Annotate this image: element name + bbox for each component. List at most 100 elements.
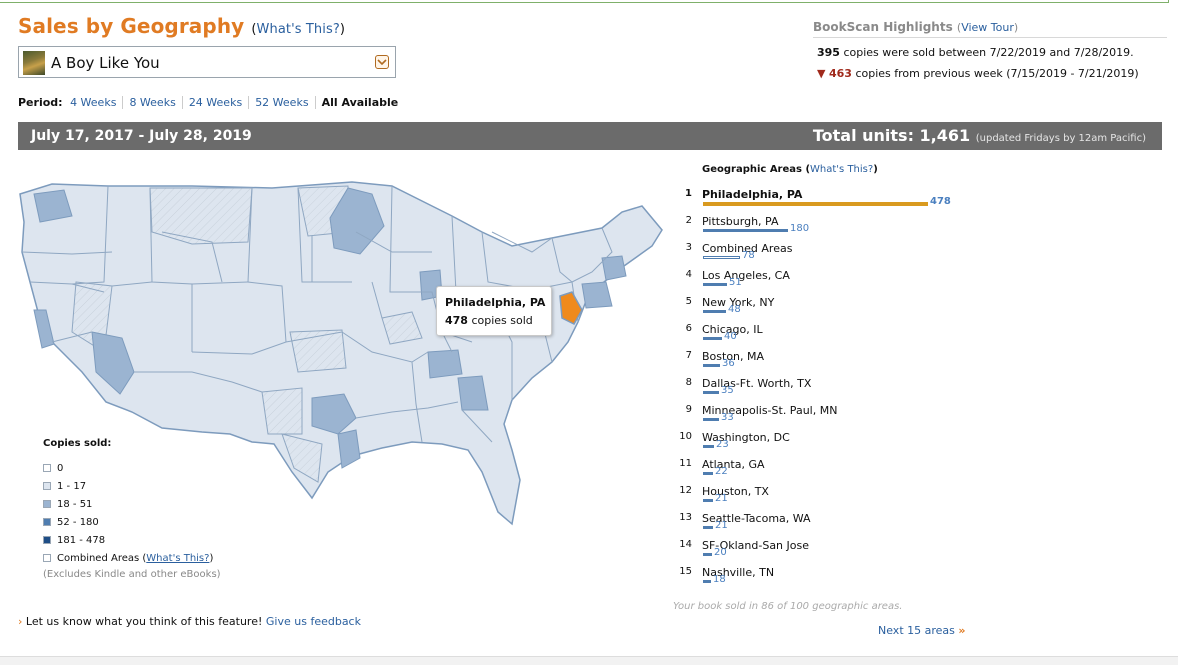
area-bar — [703, 337, 722, 340]
period-all-available[interactable]: All Available — [314, 96, 405, 109]
area-row[interactable]: 1 Philadelphia, PA 478 — [670, 188, 970, 215]
area-row[interactable]: 2 Pittsburgh, PA 180 — [670, 215, 970, 242]
period-8-weeks[interactable]: 8 Weeks — [122, 96, 182, 109]
legend-note: (Excludes Kindle and other eBooks) — [43, 569, 221, 580]
area-row[interactable]: 10 Washington, DC 23 — [670, 431, 970, 458]
bookscan-heading: BookScan Highlights (View Tour) — [813, 20, 1167, 38]
area-row[interactable]: 14 SF-Okland-San Jose 20 — [670, 539, 970, 566]
weekly-sales-line: 395 copies were sold between 7/22/2019 a… — [817, 46, 1167, 59]
area-rank: 5 — [685, 296, 692, 307]
areas-whats-this-link[interactable]: What's This? — [810, 164, 873, 175]
legend-item-combined: Combined Areas (What's This?) — [43, 549, 221, 567]
legend-swatch — [43, 482, 51, 490]
area-row[interactable]: 5 New York, NY 48 — [670, 296, 970, 323]
area-city: Dallas-Ft. Worth, TX — [702, 377, 812, 390]
area-value: 21 — [715, 520, 728, 531]
region-new-york[interactable] — [581, 281, 613, 309]
period-label: Period: — [18, 96, 63, 109]
combined-whats-this-link[interactable]: What's This? — [146, 553, 209, 564]
tooltip-city: Philadelphia, PA — [445, 296, 546, 309]
period-4-weeks[interactable]: 4 Weeks — [70, 96, 122, 109]
area-city: Philadelphia, PA — [702, 188, 803, 201]
area-bar — [703, 229, 788, 232]
geographic-areas-list: Geographic Areas (What's This?) 1 Philade… — [670, 164, 951, 585]
area-bar — [703, 256, 740, 259]
area-row[interactable]: 13 Seattle-Tacoma, WA 21 — [670, 512, 970, 539]
top-border — [0, 0, 1169, 3]
summary-bar: July 17, 2017 - July 28, 2019 Total unit… — [18, 122, 1162, 150]
bookscan-highlights: BookScan Highlights (View Tour) 395 copi… — [813, 20, 1167, 80]
previous-week-text: copies from previous week (7/15/2019 - 7… — [855, 67, 1139, 80]
previous-week-count: 463 — [828, 67, 852, 80]
area-row[interactable]: 15 Nashville, TN 18 — [670, 566, 970, 593]
areas-heading: Geographic Areas (What's This?) — [702, 164, 878, 175]
view-tour-link[interactable]: View Tour — [961, 21, 1014, 34]
whats-this-link[interactable]: What's This? — [257, 22, 340, 37]
legend-item: 18 - 51 — [43, 495, 221, 513]
period-selector: Period: 4 Weeks 8 Weeks 24 Weeks 52 Weeks Al… — [18, 96, 405, 109]
area-rank: 14 — [679, 539, 692, 550]
legend-swatch — [43, 464, 51, 472]
give-feedback-link[interactable]: Give us feedback — [266, 615, 361, 628]
area-value: 23 — [716, 439, 729, 450]
legend-label: 52 - 180 — [57, 516, 99, 528]
page-title: Sales by Geography (What's This?) — [18, 14, 346, 38]
area-row[interactable]: 3 Combined Areas 78 — [670, 242, 970, 269]
map-legend: Copies sold: 0 1 - 17 18 - 51 52 - 180 1… — [43, 438, 221, 580]
area-bar — [703, 202, 928, 206]
next-areas[interactable]: Next 15 areas » — [878, 624, 966, 637]
bookscan-heading-text: BookScan Highlights — [813, 20, 953, 34]
region-nashville[interactable] — [427, 349, 463, 379]
area-city: Los Angeles, CA — [702, 269, 790, 282]
area-value: 22 — [715, 466, 728, 477]
area-value: 35 — [721, 385, 734, 396]
area-rank: 15 — [679, 566, 692, 577]
legend-combined-close: ) — [209, 552, 214, 564]
chevron-down-icon[interactable] — [375, 55, 389, 69]
arrow-down-icon: ▼ — [817, 67, 826, 80]
legend-title: Copies sold: — [43, 438, 112, 449]
next-areas-link[interactable]: Next 15 areas — [878, 624, 955, 637]
area-value: 33 — [721, 412, 734, 423]
area-bar — [703, 445, 714, 448]
period-52-weeks[interactable]: 52 Weeks — [248, 96, 315, 109]
tooltip-copies-count: 478 — [445, 314, 468, 327]
area-bar — [703, 283, 727, 286]
period-24-weeks[interactable]: 24 Weeks — [181, 96, 249, 109]
area-value: 20 — [714, 547, 727, 558]
area-bar — [703, 310, 726, 313]
double-chevron-right-icon: » — [958, 624, 966, 637]
area-row[interactable]: 11 Atlanta, GA 22 — [670, 458, 970, 485]
book-selector[interactable]: A Boy Like You — [18, 46, 396, 78]
area-row[interactable]: 12 Houston, TX 21 — [670, 485, 970, 512]
area-value: 21 — [715, 493, 728, 504]
total-units: Total units: 1,461 (updated Fridays by 1… — [813, 126, 1146, 145]
region-boston[interactable] — [601, 255, 627, 281]
area-row[interactable]: 6 Chicago, IL 40 — [670, 323, 970, 350]
legend-item: 52 - 180 — [43, 513, 221, 531]
area-row[interactable]: 8 Dallas-Ft. Worth, TX 35 — [670, 377, 970, 404]
area-row[interactable]: 7 Boston, MA 36 — [670, 350, 970, 377]
area-row[interactable]: 4 Los Angeles, CA 51 — [670, 269, 970, 296]
legend-swatch — [43, 536, 51, 544]
combined-area-texas-west — [261, 387, 303, 435]
area-value: 478 — [930, 196, 951, 207]
area-rank: 1 — [685, 188, 692, 199]
area-value: 18 — [713, 574, 726, 585]
legend-item: 0 — [43, 459, 221, 477]
legend-label: 1 - 17 — [57, 480, 87, 492]
area-rank: 9 — [685, 404, 692, 415]
area-value: 40 — [724, 331, 737, 342]
area-value: 78 — [742, 250, 755, 261]
page-title-text: Sales by Geography — [18, 14, 245, 38]
legend-item: 1 - 17 — [43, 477, 221, 495]
combined-area-montana — [149, 187, 253, 245]
feedback-text: Let us know what you think of this featu… — [25, 615, 263, 628]
area-rank: 6 — [685, 323, 692, 334]
area-row[interactable]: 9 Minneapolis-St. Paul, MN 33 — [670, 404, 970, 431]
area-bar — [703, 580, 711, 583]
region-houston[interactable] — [337, 429, 361, 469]
map-tooltip: Philadelphia, PA 478 copies sold — [436, 286, 552, 336]
date-range: July 17, 2017 - July 28, 2019 — [31, 128, 252, 144]
legend-combined-label: Combined Areas ( — [57, 552, 147, 564]
